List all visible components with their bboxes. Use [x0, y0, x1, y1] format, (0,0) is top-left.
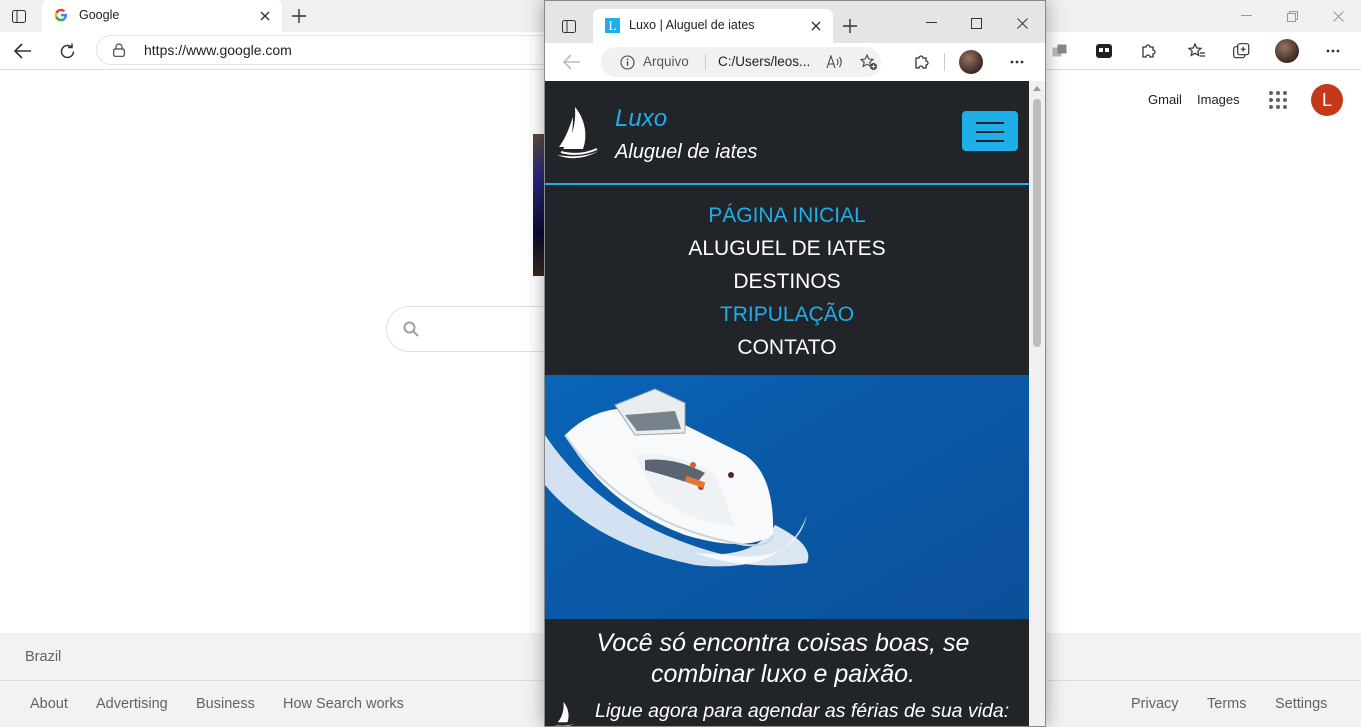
- google-tab[interactable]: Google: [42, 0, 282, 32]
- sailboat-small-icon: [553, 701, 577, 726]
- sailboat-logo-icon[interactable]: [555, 105, 601, 163]
- brand-tagline: Aluguel de iates: [615, 141, 758, 163]
- luxo-tab-title: Luxo | Aluguel de iates: [629, 18, 755, 32]
- hamburger-icon: [976, 122, 1004, 142]
- new-tab-icon[interactable]: [288, 5, 310, 27]
- luxo-tab[interactable]: L Luxo | Aluguel de iates: [593, 9, 833, 43]
- profile-avatar-icon[interactable]: [1275, 39, 1299, 63]
- tab-actions-icon[interactable]: [559, 17, 579, 35]
- nav-link-aluguel-de-iates[interactable]: ALUGUEL DE IATES: [545, 237, 1029, 261]
- google-url: https://www.google.com: [144, 42, 292, 58]
- footer-link-advertising[interactable]: Advertising: [96, 696, 168, 712]
- brand-name[interactable]: Luxo: [615, 105, 667, 133]
- cta-text: Ligue agora para agendar as férias de su…: [595, 700, 1010, 722]
- luxo-url: C:/Users/leos...: [718, 54, 811, 69]
- google-search-box[interactable]: [386, 306, 556, 352]
- more-menu-icon[interactable]: [1322, 40, 1344, 62]
- google-tab-title: Google: [79, 8, 120, 22]
- nav-link-destinos[interactable]: DESTINOS: [545, 270, 1029, 294]
- tab-actions-icon[interactable]: [8, 6, 30, 26]
- info-icon[interactable]: [619, 54, 635, 70]
- add-favorite-icon[interactable]: [859, 53, 879, 71]
- refresh-icon[interactable]: [56, 40, 78, 62]
- minimize-icon[interactable]: [1236, 6, 1256, 26]
- yacht-hero-image: [545, 375, 1029, 619]
- close-window-icon[interactable]: [1328, 6, 1348, 26]
- headline-section: Você só encontra coisas boas, se combina…: [545, 619, 1029, 726]
- google-favicon-icon: [54, 8, 70, 24]
- nav-link-pagina-inicial[interactable]: PÁGINA INICIAL: [545, 204, 1029, 228]
- close-window-icon[interactable]: [1012, 13, 1032, 33]
- close-tab-icon[interactable]: [256, 7, 274, 25]
- nav-link-contato[interactable]: CONTATO: [545, 336, 1029, 360]
- lock-icon[interactable]: [111, 42, 127, 58]
- google-address-bar[interactable]: https://www.google.com: [96, 35, 556, 65]
- extensions-puzzle-icon[interactable]: [1136, 40, 1160, 62]
- profile-avatar-icon[interactable]: [959, 50, 983, 74]
- extensions-puzzle-icon[interactable]: [909, 51, 933, 73]
- hamburger-menu-button[interactable]: [962, 111, 1018, 151]
- favorites-icon[interactable]: [1185, 40, 1209, 62]
- address-divider: [705, 54, 706, 70]
- more-menu-icon[interactable]: [1006, 51, 1028, 73]
- google-account-avatar[interactable]: L: [1311, 84, 1343, 116]
- luxo-address-bar[interactable]: Arquivo C:/Users/leos...: [601, 47, 881, 77]
- footer-link-settings[interactable]: Settings: [1275, 696, 1327, 712]
- country-label: Brazil: [25, 649, 62, 665]
- back-arrow-icon[interactable]: [12, 40, 34, 62]
- toolbar-divider: [944, 53, 945, 71]
- restore-icon[interactable]: [1282, 6, 1302, 26]
- apps-grid-icon[interactable]: [1268, 90, 1288, 110]
- scrollbar-thumb[interactable]: [1033, 99, 1041, 347]
- footer-link-terms[interactable]: Terms: [1207, 696, 1246, 712]
- site-nav-menu: PÁGINA INICIAL ALUGUEL DE IATES DESTINOS…: [545, 187, 1029, 375]
- front-browser-window: L Luxo | Aluguel de iates Arquivo C:/Use…: [544, 0, 1046, 727]
- headline-text: Você só encontra coisas boas, se combina…: [596, 629, 970, 688]
- images-link[interactable]: Images: [1197, 92, 1240, 107]
- luxo-favicon-icon: L: [605, 18, 620, 33]
- nav-link-tripulacao[interactable]: TRIPULAÇÃO: [545, 303, 1029, 327]
- extension-icon[interactable]: [1092, 40, 1116, 62]
- collections-add-icon[interactable]: [1230, 40, 1254, 62]
- site-header: Luxo Aluguel de iates: [545, 81, 1029, 185]
- read-aloud-icon[interactable]: [825, 53, 845, 71]
- maximize-icon[interactable]: [966, 13, 986, 33]
- footer-link-about[interactable]: About: [30, 696, 68, 712]
- front-tab-strip: L Luxo | Aluguel de iates: [545, 1, 1045, 43]
- back-arrow-icon[interactable]: [561, 51, 583, 73]
- page-viewport: Luxo Aluguel de iates PÁGINA INICIAL ALU…: [545, 81, 1029, 726]
- collections-icon[interactable]: [1048, 40, 1072, 62]
- minimize-icon[interactable]: [921, 13, 941, 33]
- footer-link-business[interactable]: Business: [196, 696, 255, 712]
- footer-link-privacy[interactable]: Privacy: [1131, 696, 1179, 712]
- gmail-link[interactable]: Gmail: [1148, 92, 1182, 107]
- scroll-up-arrow-icon[interactable]: [1033, 85, 1041, 91]
- new-tab-icon[interactable]: [839, 15, 861, 37]
- file-scheme-label: Arquivo: [643, 54, 689, 69]
- search-icon: [403, 321, 419, 337]
- footer-link-how-search-works[interactable]: How Search works: [283, 696, 404, 712]
- close-tab-icon[interactable]: [807, 17, 825, 35]
